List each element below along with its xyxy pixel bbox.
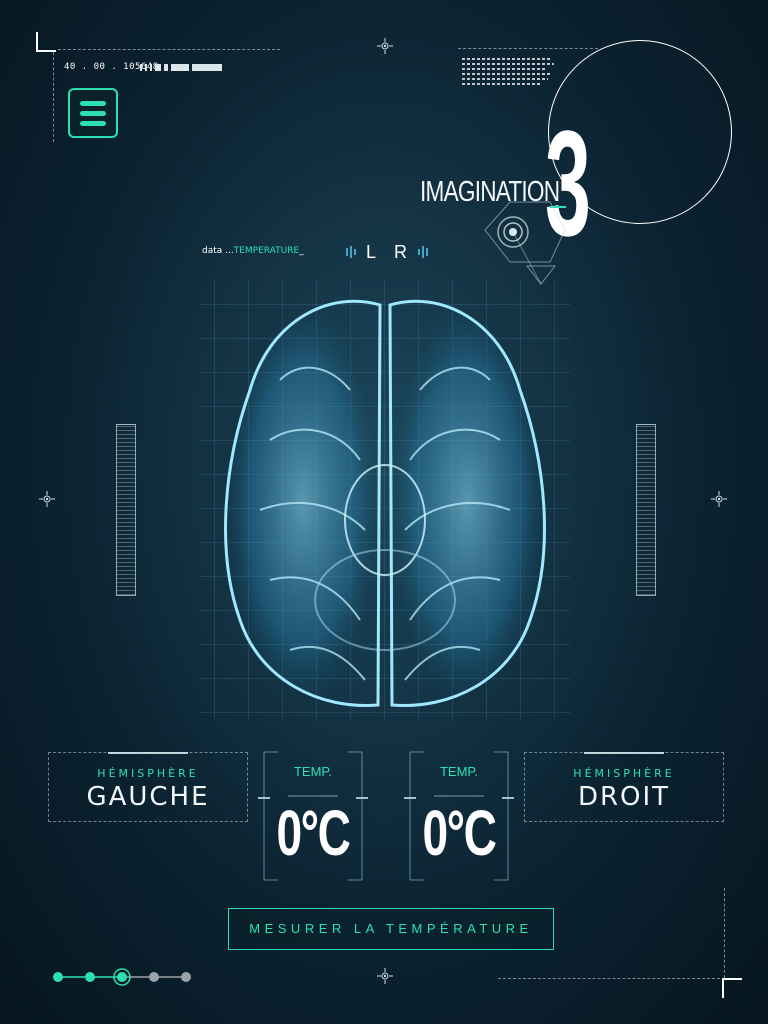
measure-temperature-button[interactable]: MESURER LA TEMPÉRATURE	[228, 908, 554, 950]
right-hemisphere-toggle[interactable]: R	[394, 242, 407, 263]
left-hemisphere-name: GAUCHE	[86, 782, 210, 812]
data-label-suffix: _	[299, 246, 304, 256]
step-dot[interactable]	[53, 972, 63, 982]
right-gauge	[636, 424, 656, 596]
right-temperature-panel: TEMP. 0°C	[404, 748, 514, 884]
right-hemisphere-caption: HÉMISPHÈRE	[573, 767, 675, 780]
step-dot-current[interactable]	[117, 972, 127, 982]
top-guide-line	[58, 49, 280, 50]
signal-bars	[140, 64, 222, 71]
left-temperature-panel: TEMP. 0°C	[258, 748, 368, 884]
menu-button[interactable]	[68, 88, 118, 138]
frame-corner-bottom-right	[722, 978, 742, 998]
left-temp-label: TEMP.	[293, 764, 333, 779]
left-gauge	[116, 424, 136, 596]
step-dot[interactable]	[149, 972, 159, 982]
decorative-micro-text	[462, 58, 562, 88]
left-temp-value: 0°C	[276, 797, 350, 869]
step-dot[interactable]	[85, 972, 95, 982]
left-hemisphere-caption: HÉMISPHÈRE	[97, 767, 199, 780]
chevron-right-icon	[418, 246, 428, 258]
top-right-guide-line	[458, 48, 598, 49]
brain-scan	[200, 280, 570, 720]
right-hemisphere-name: DROIT	[577, 782, 671, 812]
hamburger-menu-icon	[80, 100, 106, 106]
data-label-prefix: data ...	[202, 246, 234, 256]
bottom-guide-line	[498, 978, 720, 979]
chevron-left-icon	[346, 246, 356, 258]
crosshair-icon	[377, 38, 393, 54]
crosshair-icon	[377, 968, 393, 984]
data-label-value: TEMPERATURE	[233, 246, 300, 256]
frame-corner-top-left	[36, 32, 56, 52]
crosshair-icon	[711, 491, 727, 507]
crosshair-icon	[39, 491, 55, 507]
right-hemisphere-panel: HÉMISPHÈRE DROIT	[524, 752, 724, 822]
data-label: data ...TEMPERATURE_	[202, 246, 304, 256]
right-temp-value: 0°C	[422, 797, 496, 869]
left-hemisphere-toggle[interactable]: L	[366, 242, 376, 263]
left-guide-line	[53, 52, 54, 142]
step-progress	[53, 968, 191, 986]
right-temp-label: TEMP.	[439, 764, 479, 779]
lr-toggle[interactable]: L R	[344, 240, 432, 264]
right-guide-line	[724, 888, 725, 978]
step-dot[interactable]	[181, 972, 191, 982]
left-hemisphere-panel: HÉMISPHÈRE GAUCHE	[48, 752, 248, 822]
